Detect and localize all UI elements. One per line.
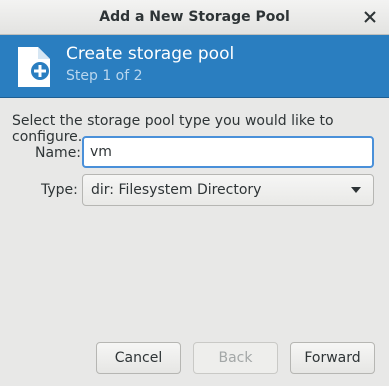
window-title: Add a New Storage Pool: [99, 9, 290, 25]
titlebar: Add a New Storage Pool: [0, 0, 389, 35]
type-dropdown[interactable]: dir: Filesystem Directory: [82, 174, 374, 206]
name-label: Name:: [35, 145, 82, 161]
wizard-banner: Create storage pool Step 1 of 2: [0, 35, 389, 98]
new-file-icon: [18, 47, 50, 87]
chevron-down-icon: [351, 187, 361, 193]
banner-title: Create storage pool: [66, 44, 235, 64]
forward-button[interactable]: Forward: [290, 342, 375, 374]
back-button[interactable]: Back: [193, 342, 278, 374]
type-selected-value: dir: Filesystem Directory: [91, 182, 262, 198]
type-label: Type:: [41, 182, 78, 198]
cancel-button[interactable]: Cancel: [96, 342, 181, 374]
close-icon[interactable]: [361, 8, 379, 26]
banner-step: Step 1 of 2: [66, 68, 143, 84]
dialog-window: Add a New Storage Pool Create storage po…: [0, 0, 389, 386]
name-input[interactable]: [82, 136, 374, 168]
